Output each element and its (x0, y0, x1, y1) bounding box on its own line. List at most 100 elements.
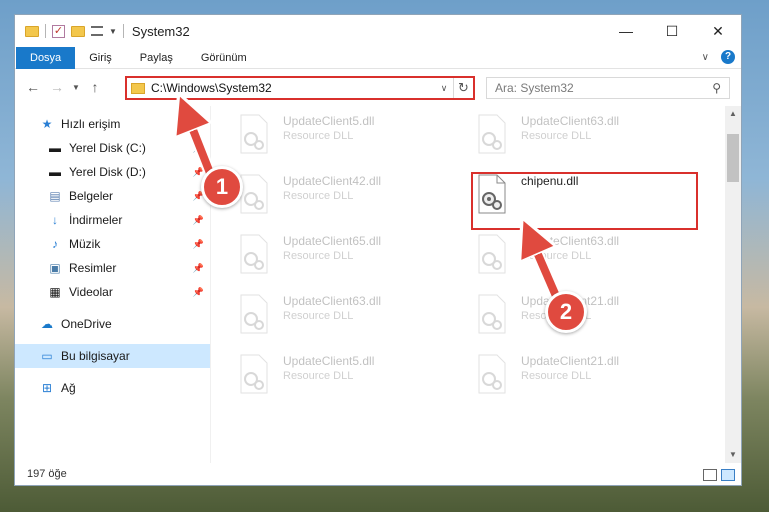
file-name: UpdateClient63.dll (521, 234, 620, 248)
file-list: UpdateClient5.dll Resource DLL UpdateClie… (211, 106, 741, 463)
sidebar-item-quick-access[interactable]: ★ Hızlı erişim (15, 112, 210, 136)
cloud-icon: ☁ (41, 317, 53, 331)
refresh-icon[interactable]: ↻ (453, 78, 473, 98)
folder-icon (25, 25, 39, 37)
ribbon-right: ∨ ? (702, 50, 735, 64)
up-arrow-icon[interactable]: ↑ (83, 79, 107, 95)
details-view-icon[interactable] (703, 469, 717, 481)
sidebar-item-documents[interactable]: ▤ Belgeler 📌 (15, 184, 210, 208)
vertical-scrollbar[interactable]: ▲ ▼ (725, 106, 741, 463)
sidebar-item-local-disk-c[interactable]: ▬ Yerel Disk (C:) 📌 (15, 136, 210, 160)
sidebar-item-label: Müzik (69, 237, 101, 251)
music-icon: ♪ (52, 237, 58, 251)
file-item[interactable]: UpdateClient63.dll Resource DLL (475, 114, 695, 170)
quick-access-toolbar: ✓ ▼ (15, 24, 124, 38)
documents-icon: ▤ (49, 189, 61, 203)
tab-share[interactable]: Paylaş (126, 47, 187, 69)
scrollbar-thumb[interactable] (727, 134, 739, 182)
help-icon[interactable]: ? (721, 50, 735, 64)
sidebar-item-this-pc[interactable]: ▭ Bu bilgisayar (15, 344, 210, 368)
chevron-down-icon[interactable]: ▼ (109, 27, 117, 36)
menu-icon[interactable] (91, 26, 103, 36)
sidebar-item-downloads[interactable]: ↓ İndirmeler 📌 (15, 208, 210, 232)
dll-file-icon (237, 354, 271, 394)
scroll-up-icon[interactable]: ▲ (725, 106, 741, 122)
sidebar-item-music[interactable]: ♪ Müzik 📌 (15, 232, 210, 256)
address-path[interactable]: C:\Windows\System32 (151, 81, 435, 95)
pin-icon: 📌 (192, 142, 204, 153)
file-item[interactable]: UpdateClient63.dll Resource DLL (475, 234, 695, 290)
sidebar-item-network[interactable]: ⊞ Ağ (15, 376, 210, 400)
address-bar[interactable]: C:\Windows\System32 ∨ ↻ (125, 76, 475, 100)
file-item[interactable]: UpdateClient42.dll Resource DLL (237, 174, 457, 230)
toolbar-divider (122, 24, 124, 38)
file-item[interactable]: UpdateClient21.dll Resource DLL (475, 354, 695, 410)
file-description: Resource DLL (283, 190, 354, 202)
back-arrow-icon[interactable]: ← (21, 79, 45, 95)
title-bar: ✓ ▼ System32 — ☐ ✕ (15, 15, 741, 47)
tab-file[interactable]: Dosya (16, 46, 76, 69)
folder-icon (131, 82, 145, 94)
new-folder-icon[interactable] (71, 25, 85, 37)
tab-home[interactable]: Giriş (75, 47, 126, 69)
file-description: Resource DLL (283, 130, 354, 142)
sidebar-item-pictures[interactable]: ▣ Resimler 📌 (15, 256, 210, 280)
recent-locations-icon[interactable]: ▼ (69, 83, 83, 92)
chevron-down-icon[interactable]: ∨ (435, 83, 453, 94)
file-name: UpdateClient65.dll (283, 234, 382, 248)
navigation-pane: ★ Hızlı erişim ▬ Yerel Disk (C:) 📌 ▬ Yer… (15, 106, 211, 463)
file-description: Resource DLL (283, 370, 354, 382)
dll-file-icon (237, 234, 271, 274)
file-item[interactable]: UpdateClient63.dll Resource DLL (237, 294, 457, 350)
video-icon: ▦ (49, 285, 61, 299)
sidebar-item-label: Yerel Disk (D:) (69, 165, 146, 179)
network-icon: ⊞ (41, 381, 53, 395)
download-icon: ↓ (52, 213, 58, 227)
window-title: System32 (131, 23, 190, 39)
tab-view[interactable]: Görünüm (187, 47, 261, 69)
pin-icon: 📌 (192, 166, 204, 177)
file-item[interactable]: UpdateClient65.dll Resource DLL (237, 234, 457, 290)
minimize-button[interactable]: — (603, 15, 649, 47)
properties-icon[interactable]: ✓ (52, 24, 65, 38)
content-area: ★ Hızlı erişim ▬ Yerel Disk (C:) 📌 ▬ Yer… (15, 106, 741, 463)
file-item[interactable]: UpdateClient5.dll Resource DLL (237, 354, 457, 410)
sidebar-item-label: İndirmeler (69, 213, 123, 227)
step-1-badge: 1 (201, 166, 243, 208)
pin-icon: 📌 (192, 286, 204, 297)
pin-icon: 📌 (192, 262, 204, 273)
tiles-view-icon[interactable] (721, 469, 735, 481)
item-count: 197 öğe (27, 468, 67, 480)
drive-icon: ▬ (49, 141, 61, 155)
navigation-bar: ← → ▼ ↑ C:\Windows\System32 ∨ ↻ Ara: Sys… (15, 69, 741, 105)
step-2-badge: 2 (545, 291, 587, 333)
maximize-button[interactable]: ☐ (649, 15, 695, 47)
file-item[interactable]: UpdateClient5.dll Resource DLL (237, 114, 457, 170)
search-placeholder: Ara: System32 (495, 81, 574, 95)
file-name: UpdateClient42.dll (283, 174, 382, 188)
sidebar-item-videos[interactable]: ▦ Videolar 📌 (15, 280, 210, 304)
pictures-icon: ▣ (49, 261, 61, 275)
close-button[interactable]: ✕ (695, 15, 741, 47)
file-name: UpdateClient63.dll (283, 294, 382, 308)
sidebar-item-onedrive[interactable]: ☁ OneDrive (15, 312, 210, 336)
expand-ribbon-icon[interactable]: ∨ (702, 52, 709, 63)
sidebar-item-local-disk-d[interactable]: ▬ Yerel Disk (D:) 📌 (15, 160, 210, 184)
dll-file-icon (475, 114, 509, 154)
file-description: Resource DLL (283, 310, 354, 322)
search-icon: ⚲ (712, 81, 721, 95)
file-name: UpdateClient63.dll (521, 114, 620, 128)
scroll-down-icon[interactable]: ▼ (725, 447, 741, 463)
sidebar-item-label: Resimler (69, 261, 117, 275)
highlight-box (471, 172, 698, 230)
sidebar-item-label: OneDrive (61, 317, 112, 331)
search-input[interactable]: Ara: System32 ⚲ (486, 77, 730, 99)
sidebar-item-label: Bu bilgisayar (61, 349, 130, 363)
window-controls: — ☐ ✕ (603, 15, 741, 47)
file-name: UpdateClient5.dll (283, 114, 375, 128)
sidebar-item-label: Hızlı erişim (61, 117, 121, 131)
dll-file-icon (475, 294, 509, 334)
sidebar-item-label: Yerel Disk (C:) (69, 141, 146, 155)
dll-file-icon (475, 234, 509, 274)
forward-arrow-icon[interactable]: → (45, 79, 69, 95)
